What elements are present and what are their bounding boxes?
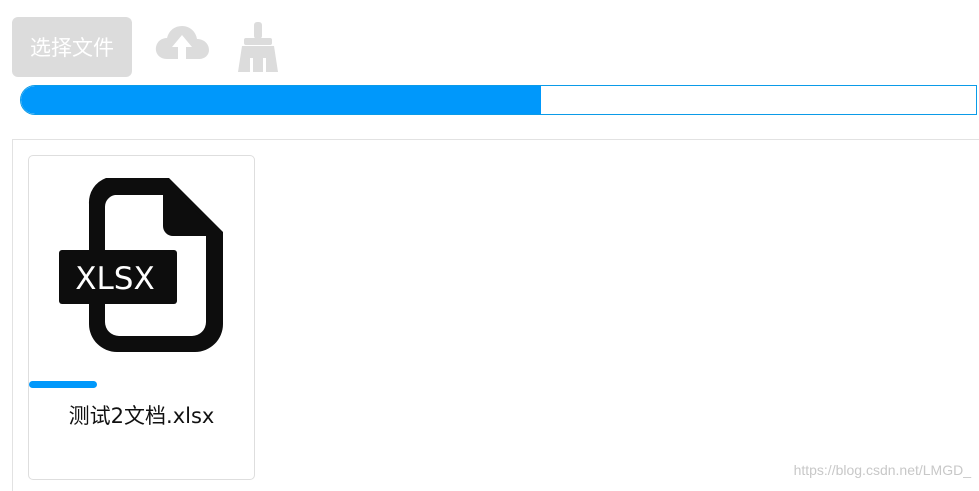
overall-progress-fill — [21, 86, 542, 114]
file-progress-bar — [29, 381, 97, 388]
broom-icon[interactable] — [232, 20, 284, 72]
file-type-badge: XLSX — [75, 261, 154, 297]
uploader-page: 选择文件 XLSX 测试2文档.xlsx https://blog.csdn.n… — [0, 0, 979, 491]
choose-file-button[interactable]: 选择文件 — [12, 17, 132, 77]
watermark-text: https://blog.csdn.net/LMGD_ — [793, 462, 971, 478]
file-list-top-border — [12, 139, 979, 140]
overall-progress-bar — [20, 85, 977, 115]
file-card[interactable]: XLSX 测试2文档.xlsx — [28, 155, 255, 480]
cloud-upload-icon[interactable] — [154, 23, 210, 63]
file-list-left-border — [12, 139, 13, 491]
xlsx-file-icon: XLSX — [59, 178, 223, 352]
file-name: 测试2文档.xlsx — [68, 404, 215, 428]
